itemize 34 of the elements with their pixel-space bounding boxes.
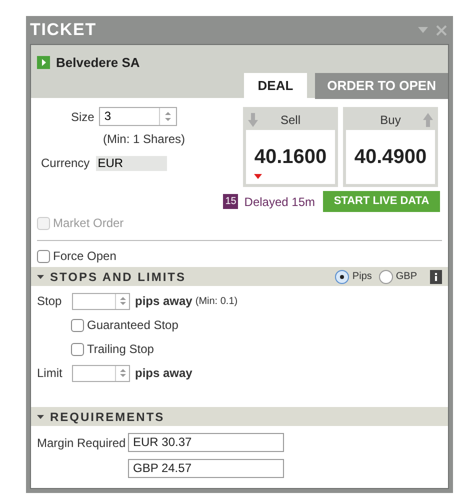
instrument-name: Belvedere SA bbox=[56, 54, 140, 72]
checkbox-label: Force Open bbox=[53, 248, 116, 265]
checkbox-label: Market Order bbox=[53, 215, 124, 232]
price-value: 40.1600 bbox=[254, 145, 327, 170]
checkbox-label: Trailing Stop bbox=[87, 341, 154, 358]
section-header[interactable]: REQUIREMENTS bbox=[31, 407, 448, 426]
price-label: Buy bbox=[380, 112, 401, 129]
delay-text: Delayed 15m bbox=[244, 194, 315, 210]
size-hint: (Min: 1 Shares) bbox=[103, 131, 186, 148]
value-field: GBP 24.57 bbox=[128, 459, 284, 478]
section-title: STOPS AND LIMITS bbox=[50, 268, 186, 286]
radio-label: Pips bbox=[352, 270, 372, 284]
section-header[interactable]: STOPS AND LIMITS Pips GBP bbox=[31, 267, 448, 286]
section-title: REQUIREMENTS bbox=[50, 408, 165, 426]
field-label: Stop bbox=[37, 293, 63, 310]
field-label: Limit bbox=[37, 365, 64, 382]
size-label: Size bbox=[71, 108, 94, 126]
min-hint: (Min: 0.1) bbox=[195, 294, 238, 308]
unit-label: pips away bbox=[135, 365, 192, 382]
tab[interactable]: DEAL bbox=[244, 72, 308, 98]
price-label: Sell bbox=[280, 112, 300, 129]
currency-field[interactable]: EUR bbox=[96, 156, 167, 170]
window-title: TICKET bbox=[30, 19, 96, 42]
checkbox-label: Guaranteed Stop bbox=[87, 317, 178, 334]
price-tile[interactable]: Buy 40.4900 bbox=[343, 107, 438, 187]
currency-label: Currency bbox=[41, 155, 90, 172]
size-field[interactable]: 3 bbox=[99, 107, 178, 126]
price-tile[interactable]: Sell 40.1600 bbox=[243, 107, 338, 187]
radio-label: GBP bbox=[396, 270, 417, 284]
delay-badge: 15 bbox=[223, 194, 238, 209]
price-value: 40.4900 bbox=[354, 145, 427, 170]
field-label: Margin Required bbox=[37, 434, 127, 452]
value-field: EUR 30.37 bbox=[128, 433, 284, 452]
unit-label: pips away bbox=[135, 293, 192, 310]
